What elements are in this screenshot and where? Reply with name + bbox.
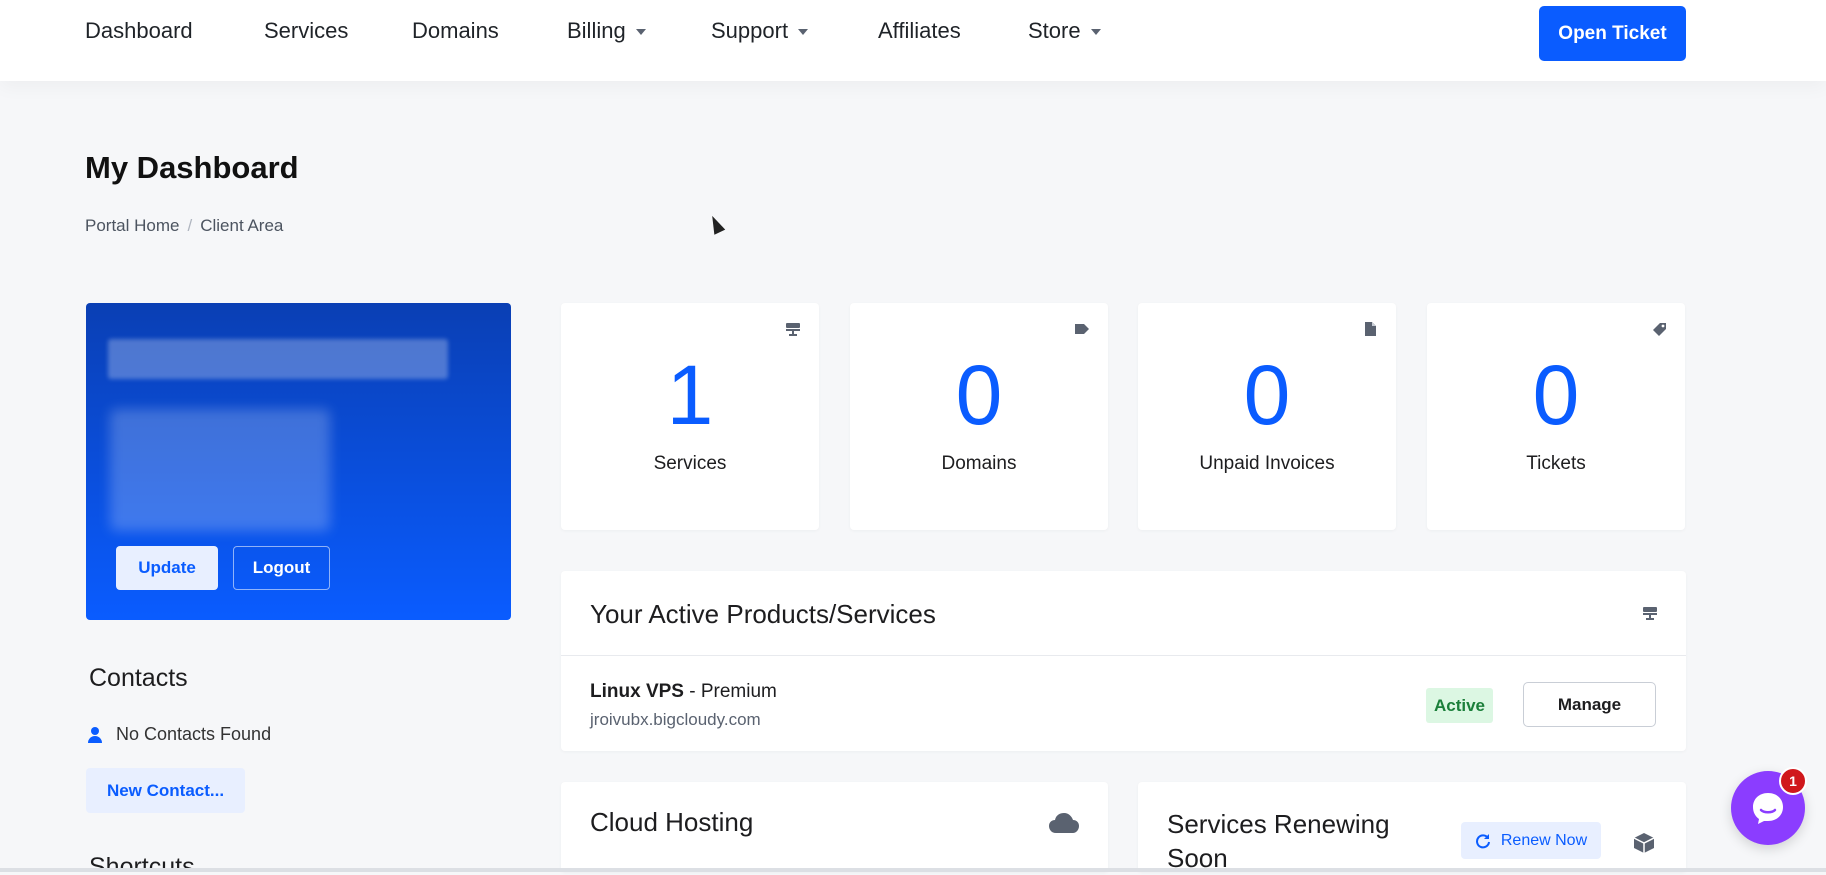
cloud-hosting-title: Cloud Hosting (590, 807, 754, 837)
chat-unread-badge: 1 (1779, 767, 1807, 795)
caret-down-icon (798, 29, 809, 35)
redacted-name (108, 339, 448, 379)
nav-domains[interactable]: Domains (412, 18, 499, 44)
chat-widget-button[interactable]: 1 (1731, 767, 1807, 845)
stat-value: 1 (666, 348, 714, 442)
active-services-title: Your Active Products/Services (590, 599, 936, 629)
service-name[interactable]: Linux VPS - Premium (590, 681, 777, 703)
stat-value: 0 (1243, 348, 1291, 442)
nav-affiliates[interactable]: Affiliates (878, 18, 961, 44)
breadcrumb-portal-home[interactable]: Portal Home (85, 216, 179, 236)
nav-billing-label: Billing (567, 18, 626, 43)
ticket-icon (1653, 323, 1666, 336)
nav-support[interactable]: Support (711, 18, 809, 44)
stat-tile-services[interactable]: 1 Services (561, 303, 819, 530)
nav-billing[interactable]: Billing (567, 18, 646, 44)
nav-affiliates-label: Affiliates (878, 18, 961, 43)
open-ticket-button[interactable]: Open Ticket (1539, 6, 1686, 61)
nav-dashboard[interactable]: Dashboard (85, 18, 193, 44)
box-icon (1633, 833, 1655, 853)
service-dash: - (689, 681, 701, 702)
logout-button[interactable]: Logout (233, 546, 330, 590)
top-navbar: Dashboard Services Domains Billing Suppo… (0, 0, 1826, 81)
caret-down-icon (1090, 29, 1101, 35)
stat-tile-domains[interactable]: 0 Domains (850, 303, 1108, 530)
status-badge: Active (1426, 688, 1493, 723)
nav-store-label: Store (1028, 18, 1081, 43)
redacted-address (110, 409, 330, 531)
nav-domains-label: Domains (412, 18, 499, 43)
breadcrumb: Portal Home / Client Area (85, 216, 283, 236)
update-profile-button[interactable]: Update (116, 546, 218, 590)
user-icon (88, 726, 102, 743)
stat-label: Domains (941, 453, 1017, 474)
stat-value: 0 (1532, 348, 1580, 442)
refresh-icon (1475, 833, 1490, 848)
breadcrumb-client-area: Client Area (200, 216, 284, 235)
horizontal-scrollbar[interactable] (0, 868, 1826, 872)
file-icon (1365, 322, 1376, 336)
service-domain: jroivubx.bigcloudy.com (590, 710, 761, 729)
stat-label: Tickets (1526, 453, 1586, 474)
manage-service-button[interactable]: Manage (1523, 682, 1656, 727)
server-icon (786, 323, 800, 336)
cloud-icon (1049, 813, 1079, 833)
caret-down-icon (635, 29, 646, 35)
profile-card: Update Logout (86, 303, 511, 620)
stat-label: Services (653, 453, 727, 474)
service-product: Linux VPS (590, 681, 684, 702)
contacts-empty: No Contacts Found (88, 724, 271, 745)
nav-support-label: Support (711, 18, 789, 43)
chat-icon (1753, 793, 1783, 824)
stat-value: 0 (955, 348, 1003, 442)
nav-dashboard-label: Dashboard (85, 18, 193, 43)
cloud-hosting-panel: Cloud Hosting (561, 782, 1108, 872)
renew-now-button[interactable]: Renew Now (1461, 822, 1601, 859)
stat-label: Unpaid Invoices (1199, 453, 1335, 474)
nav-services-label: Services (264, 18, 349, 43)
tag-icon (1075, 324, 1089, 334)
new-contact-button[interactable]: New Contact... (86, 768, 245, 813)
breadcrumb-separator: / (187, 216, 193, 235)
server-icon (1643, 607, 1657, 620)
contacts-empty-text: No Contacts Found (116, 724, 272, 744)
nav-store[interactable]: Store (1028, 18, 1101, 44)
service-plan: Premium (700, 681, 777, 702)
mouse-cursor-icon (706, 213, 726, 235)
stat-tile-tickets[interactable]: 0 Tickets (1427, 303, 1685, 530)
nav-services[interactable]: Services (264, 18, 348, 44)
renewing-panel: Services Renewing Soon (1138, 782, 1686, 875)
renew-now-label: Renew Now (1500, 831, 1588, 849)
renewing-title-line1: Services Renewing (1167, 809, 1390, 839)
stat-tile-unpaid-invoices[interactable]: 0 Unpaid Invoices (1138, 303, 1396, 530)
page-title: My Dashboard (85, 150, 299, 185)
renewing-title: Services Renewing Soon (1167, 807, 1390, 875)
contacts-heading: Contacts (89, 664, 188, 692)
panel-divider (561, 655, 1686, 656)
